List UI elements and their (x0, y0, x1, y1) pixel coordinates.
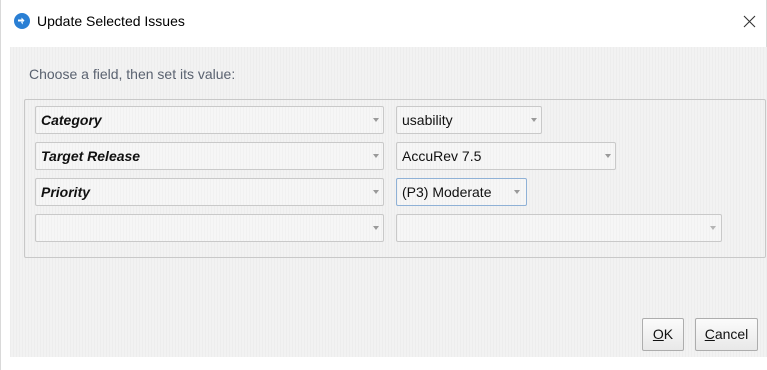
field-select-priority[interactable]: Priority (35, 178, 384, 206)
chevron-down-icon (605, 154, 611, 158)
field-select-label: Target Release (41, 148, 141, 164)
field-select-label: Priority (41, 184, 91, 200)
value-select-label: usability (402, 112, 453, 128)
update-selected-issues-dialog: Update Selected Issues Choose a field, t… (0, 0, 767, 370)
value-select-label: AccuRev 7.5 (402, 148, 482, 164)
ok-button[interactable]: OK (642, 318, 684, 351)
field-select-target-release[interactable]: Target Release (35, 142, 384, 170)
value-select-priority[interactable]: (P3) Moderate (396, 178, 527, 206)
chevron-down-icon (373, 226, 379, 230)
chevron-down-icon (373, 190, 379, 194)
chevron-down-icon (710, 226, 716, 230)
field-select-label: Category (41, 112, 102, 128)
dialog-bottom-edge (10, 357, 767, 370)
close-icon[interactable] (732, 6, 766, 38)
chevron-down-icon (531, 118, 537, 122)
chevron-down-icon (373, 154, 379, 158)
ok-label-rest: K (663, 326, 674, 342)
cancel-mnemonic: C (704, 326, 715, 342)
cancel-button[interactable]: Cancel (695, 318, 758, 351)
title-bar: Update Selected Issues (1, 0, 766, 45)
cancel-label-rest: ancel (714, 326, 749, 342)
field-value-panel: Category usability Target Release AccuRe… (24, 99, 766, 258)
app-icon (14, 13, 30, 29)
window-title: Update Selected Issues (37, 13, 185, 29)
value-select-label: (P3) Moderate (402, 184, 492, 200)
dialog-body: Choose a field, then set its value: Cate… (10, 47, 767, 357)
field-select-empty[interactable] (35, 214, 384, 242)
instruction-text: Choose a field, then set its value: (29, 66, 236, 82)
value-select-target-release[interactable]: AccuRev 7.5 (396, 142, 616, 170)
field-select-category[interactable]: Category (35, 106, 384, 134)
value-select-category[interactable]: usability (396, 106, 542, 134)
ok-mnemonic: O (652, 326, 664, 342)
chevron-down-icon (514, 190, 520, 194)
chevron-down-icon (373, 118, 379, 122)
value-select-empty[interactable] (396, 214, 722, 242)
